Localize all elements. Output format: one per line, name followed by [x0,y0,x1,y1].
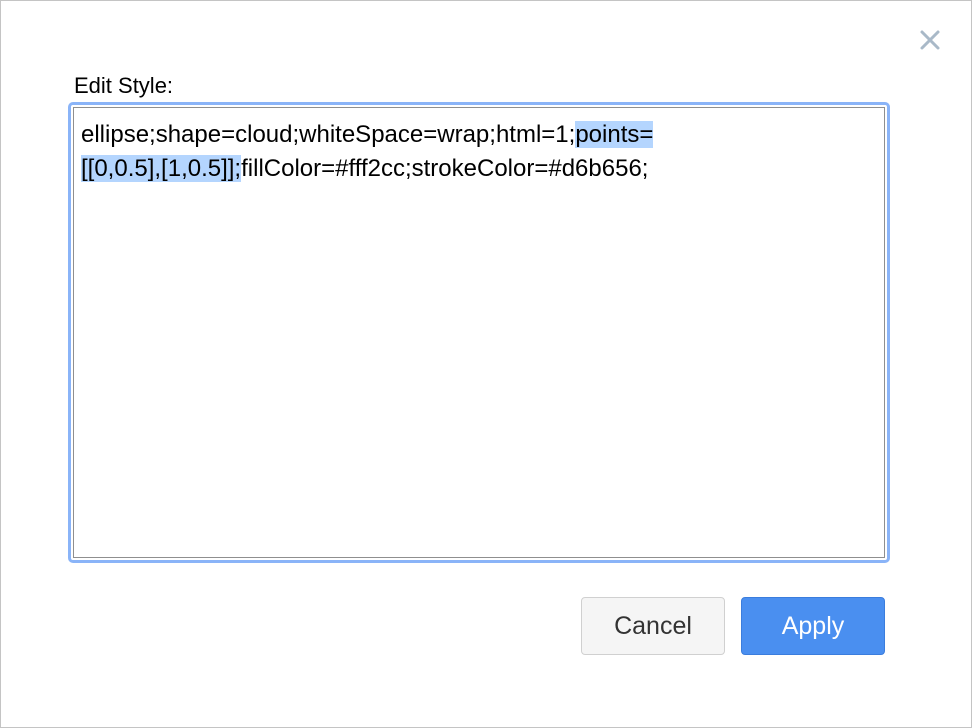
style-text-plain: ellipse;shape=cloud;whiteSpace=wrap;html… [81,121,576,148]
style-text-plain: fillColor=#fff2cc;strokeColor=#d6b656; [241,155,649,182]
cancel-button[interactable]: Cancel [581,597,725,655]
close-icon[interactable] [917,27,943,53]
apply-button[interactable]: Apply [741,597,885,655]
edit-style-dialog: Edit Style: ellipse;shape=cloud;whiteSpa… [0,0,972,728]
dialog-title: Edit Style: [74,73,174,98]
style-text-selection: points= [575,121,654,148]
style-text-line-2: [[0,0.5],[1,0.5]];fillColor=#fff2cc;stro… [81,152,877,186]
style-text-selection: [[0,0.5],[1,0.5]]; [81,155,242,182]
style-text-line-1: ellipse;shape=cloud;whiteSpace=wrap;html… [81,118,877,152]
style-textarea[interactable]: ellipse;shape=cloud;whiteSpace=wrap;html… [73,107,885,558]
style-editor-focus-ring: ellipse;shape=cloud;whiteSpace=wrap;html… [68,102,890,563]
